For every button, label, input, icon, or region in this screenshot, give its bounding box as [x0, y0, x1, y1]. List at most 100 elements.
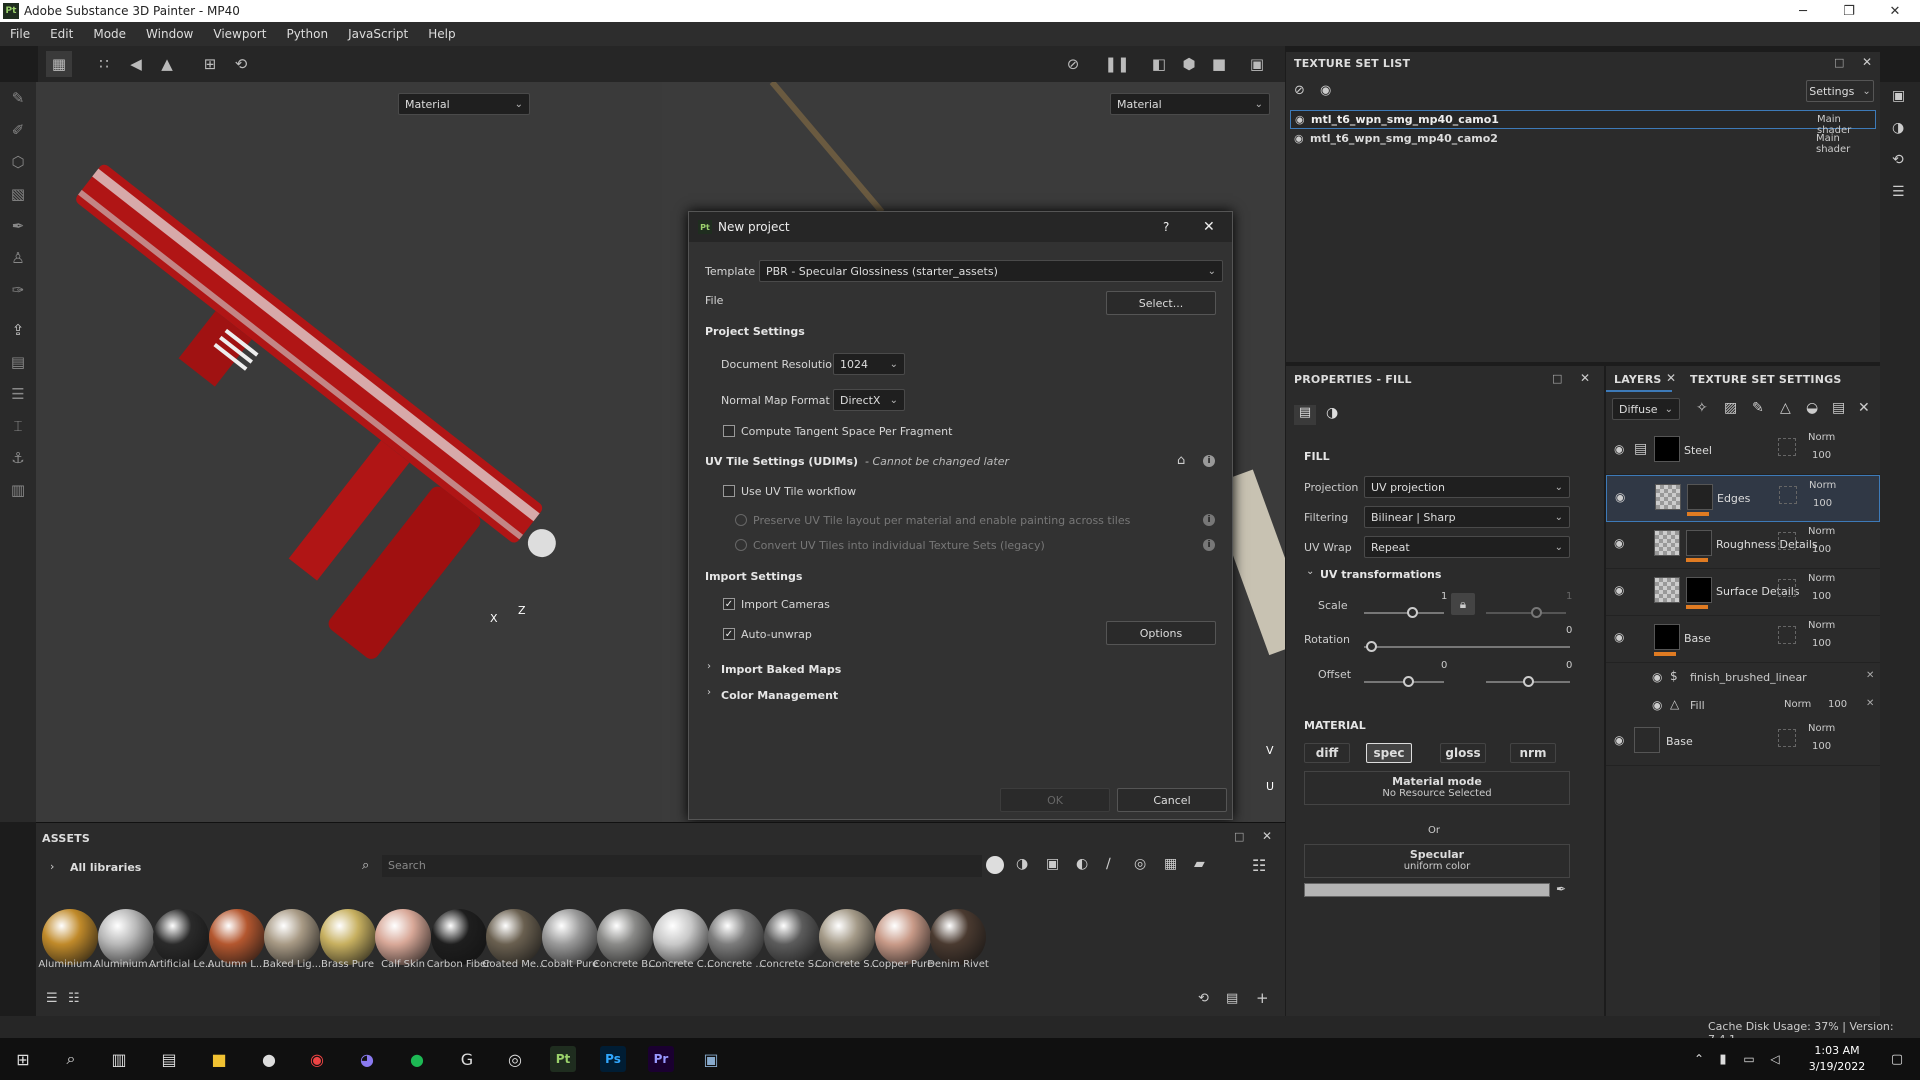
layer-row[interactable]: ◉ Edges Norm 100 — [1606, 475, 1880, 522]
substance-painter-icon[interactable]: Pt — [550, 1046, 576, 1072]
close-panel-icon[interactable]: ✕ — [1262, 829, 1272, 843]
search-icon[interactable]: ⌕ — [58, 1046, 84, 1072]
hide-all-icon[interactable]: ⊘ — [1294, 83, 1305, 98]
cube-icon[interactable]: ⬢ — [1176, 51, 1202, 77]
chevron-up-icon[interactable]: ⌃ — [1686, 1046, 1712, 1072]
cancel-button[interactable]: Cancel — [1117, 788, 1227, 812]
doc-resolution-select[interactable]: 1024 ⌄ — [833, 353, 905, 375]
paint-brush-icon[interactable]: ✎ — [8, 88, 28, 108]
hide-icon[interactable]: ⊘ — [1060, 51, 1086, 77]
smart-material-icon[interactable]: ◑ — [1016, 856, 1028, 872]
asset-thumbnail[interactable] — [652, 909, 709, 965]
delete-icon[interactable]: ✕ — [1858, 400, 1870, 416]
baking-icon[interactable]: ▤ — [8, 352, 28, 372]
info-icon[interactable]: i — [1203, 539, 1215, 551]
scale-knob[interactable] — [1407, 607, 1418, 618]
microphone-icon[interactable]: ▮ — [1710, 1046, 1736, 1072]
asset-thumbnail[interactable] — [486, 909, 542, 965]
scale-value[interactable]: 1 — [1441, 591, 1447, 602]
import-cameras-checkbox[interactable]: ✓ — [723, 598, 735, 610]
projection-icon[interactable]: ⬡ — [8, 152, 28, 172]
clock-date[interactable]: 3/19/2022 — [1806, 1060, 1868, 1073]
history-icon[interactable]: ⟲ — [1892, 152, 1904, 168]
maximize-icon[interactable]: ❐ — [1826, 0, 1872, 22]
layer-opacity[interactable]: 100 — [1812, 741, 1831, 752]
close-dialog-icon[interactable]: ✕ — [1203, 219, 1215, 235]
filter-icon[interactable]: ◐ — [1076, 856, 1088, 872]
asset-thumbnail[interactable] — [97, 909, 154, 965]
asset-thumbnail[interactable] — [153, 909, 209, 965]
convert-uv-radio[interactable] — [735, 539, 747, 551]
rotation-value[interactable]: 0 — [1566, 625, 1572, 636]
photos-icon[interactable]: ▣ — [698, 1046, 724, 1072]
color-management-section[interactable]: Color Management — [721, 689, 838, 702]
assets-icon[interactable]: ⇪ — [8, 320, 28, 340]
layer-opacity[interactable]: 100 — [1812, 591, 1831, 602]
eye-icon[interactable]: ◉ — [1614, 442, 1624, 456]
tab-texture-set-settings[interactable]: TEXTURE SET SETTINGS — [1690, 373, 1841, 386]
layer-blend-mode[interactable]: Norm — [1809, 480, 1836, 491]
grid-icon[interactable]: ☷ — [1252, 856, 1266, 875]
scale-knob-2[interactable] — [1531, 607, 1542, 618]
template-select[interactable]: PBR - Specular Glossiness (starter_asset… — [759, 260, 1223, 282]
discord-icon[interactable]: ◕ — [354, 1046, 380, 1072]
offset-knob-1[interactable] — [1403, 676, 1414, 687]
layer-mask-slot[interactable] — [1778, 579, 1796, 597]
gloss-tab[interactable]: gloss — [1440, 743, 1486, 763]
menu-python[interactable]: Python — [276, 27, 338, 41]
disc-app-icon[interactable]: ● — [256, 1046, 282, 1072]
viewport-mode-select[interactable]: Material ⌄ — [398, 93, 530, 115]
task-view-icon[interactable]: ▥ — [106, 1046, 132, 1072]
details-view-icon[interactable]: ☷ — [68, 991, 80, 1006]
layer-opacity[interactable]: 100 — [1812, 638, 1831, 649]
ok-button[interactable]: OK — [1000, 788, 1110, 812]
layer-row[interactable]: ◉ Roughness Details Norm 100 — [1606, 522, 1880, 569]
rotation-slider[interactable] — [1364, 646, 1570, 648]
eye-icon[interactable]: ◉ — [1320, 83, 1331, 98]
eyedropper-icon[interactable]: ✒ — [1556, 882, 1566, 896]
shader-icon[interactable]: ◑ — [1892, 120, 1904, 136]
search-input[interactable]: Search — [382, 855, 982, 877]
use-uv-tile-checkbox[interactable] — [723, 485, 735, 497]
add-view-icon[interactable]: ⊞ — [197, 51, 223, 77]
undock-icon[interactable]: □ — [1552, 372, 1562, 385]
network-icon[interactable]: ▭ — [1736, 1046, 1762, 1072]
eye-icon[interactable]: ◉ — [1614, 583, 1624, 597]
preserve-uv-radio[interactable] — [735, 514, 747, 526]
sublayer-row[interactable]: ◉ △ Fill Norm 100 ✕ — [1606, 691, 1880, 719]
menu-javascript[interactable]: JavaScript — [338, 27, 418, 41]
export-icon[interactable]: ▥ — [8, 480, 28, 500]
uv-transformations-heading[interactable]: UV transformations — [1320, 568, 1441, 581]
chevron-right-icon[interactable]: › — [707, 661, 711, 672]
premiere-icon[interactable]: Pr — [648, 1046, 674, 1072]
material-filter-icon[interactable] — [986, 856, 1004, 874]
sublayer-row[interactable]: ◉ $ finish_brushed_linear ✕ — [1606, 663, 1880, 691]
asset-thumbnail[interactable] — [930, 909, 986, 965]
camera-video-icon[interactable]: ■ — [1206, 51, 1232, 77]
brush-icon[interactable]: ∕ — [1106, 856, 1111, 872]
scale-slider[interactable] — [1364, 612, 1444, 614]
tile-view-icon[interactable]: ∷ — [91, 51, 117, 77]
spec-tab[interactable]: spec — [1366, 743, 1412, 763]
asset-thumbnail[interactable] — [430, 909, 487, 965]
volume-icon[interactable]: ◁ — [1762, 1046, 1788, 1072]
channel-select[interactable]: Diffuse ⌄ — [1612, 398, 1680, 420]
scale-slider-2[interactable] — [1486, 612, 1566, 614]
menu-help[interactable]: Help — [418, 27, 465, 41]
menu-window[interactable]: Window — [136, 27, 203, 41]
asset-thumbnail[interactable] — [874, 909, 931, 965]
rotation-knob[interactable] — [1366, 641, 1377, 652]
viewport-2d-mode-select[interactable]: Material ⌄ — [1110, 93, 1270, 115]
undock-icon[interactable]: □ — [1834, 56, 1844, 69]
layers-stack-icon[interactable]: ☰ — [8, 384, 28, 404]
folder-app-icon[interactable]: ■ — [206, 1046, 232, 1072]
asset-thumbnail[interactable] — [264, 909, 320, 965]
anchor-icon[interactable]: ⚓ — [8, 448, 28, 468]
sublayer-blend-mode[interactable]: Norm — [1784, 699, 1811, 710]
chevron-down-icon[interactable]: ⌄ — [1306, 566, 1314, 577]
asset-thumbnail[interactable] — [42, 909, 98, 965]
tab-layers[interactable]: LAYERS — [1614, 373, 1662, 386]
settings-dropdown[interactable]: Settings ⌄ — [1806, 80, 1874, 102]
measure-icon[interactable]: ⌶ — [8, 416, 28, 436]
uvwrap-select[interactable]: Repeat ⌄ — [1364, 536, 1570, 558]
